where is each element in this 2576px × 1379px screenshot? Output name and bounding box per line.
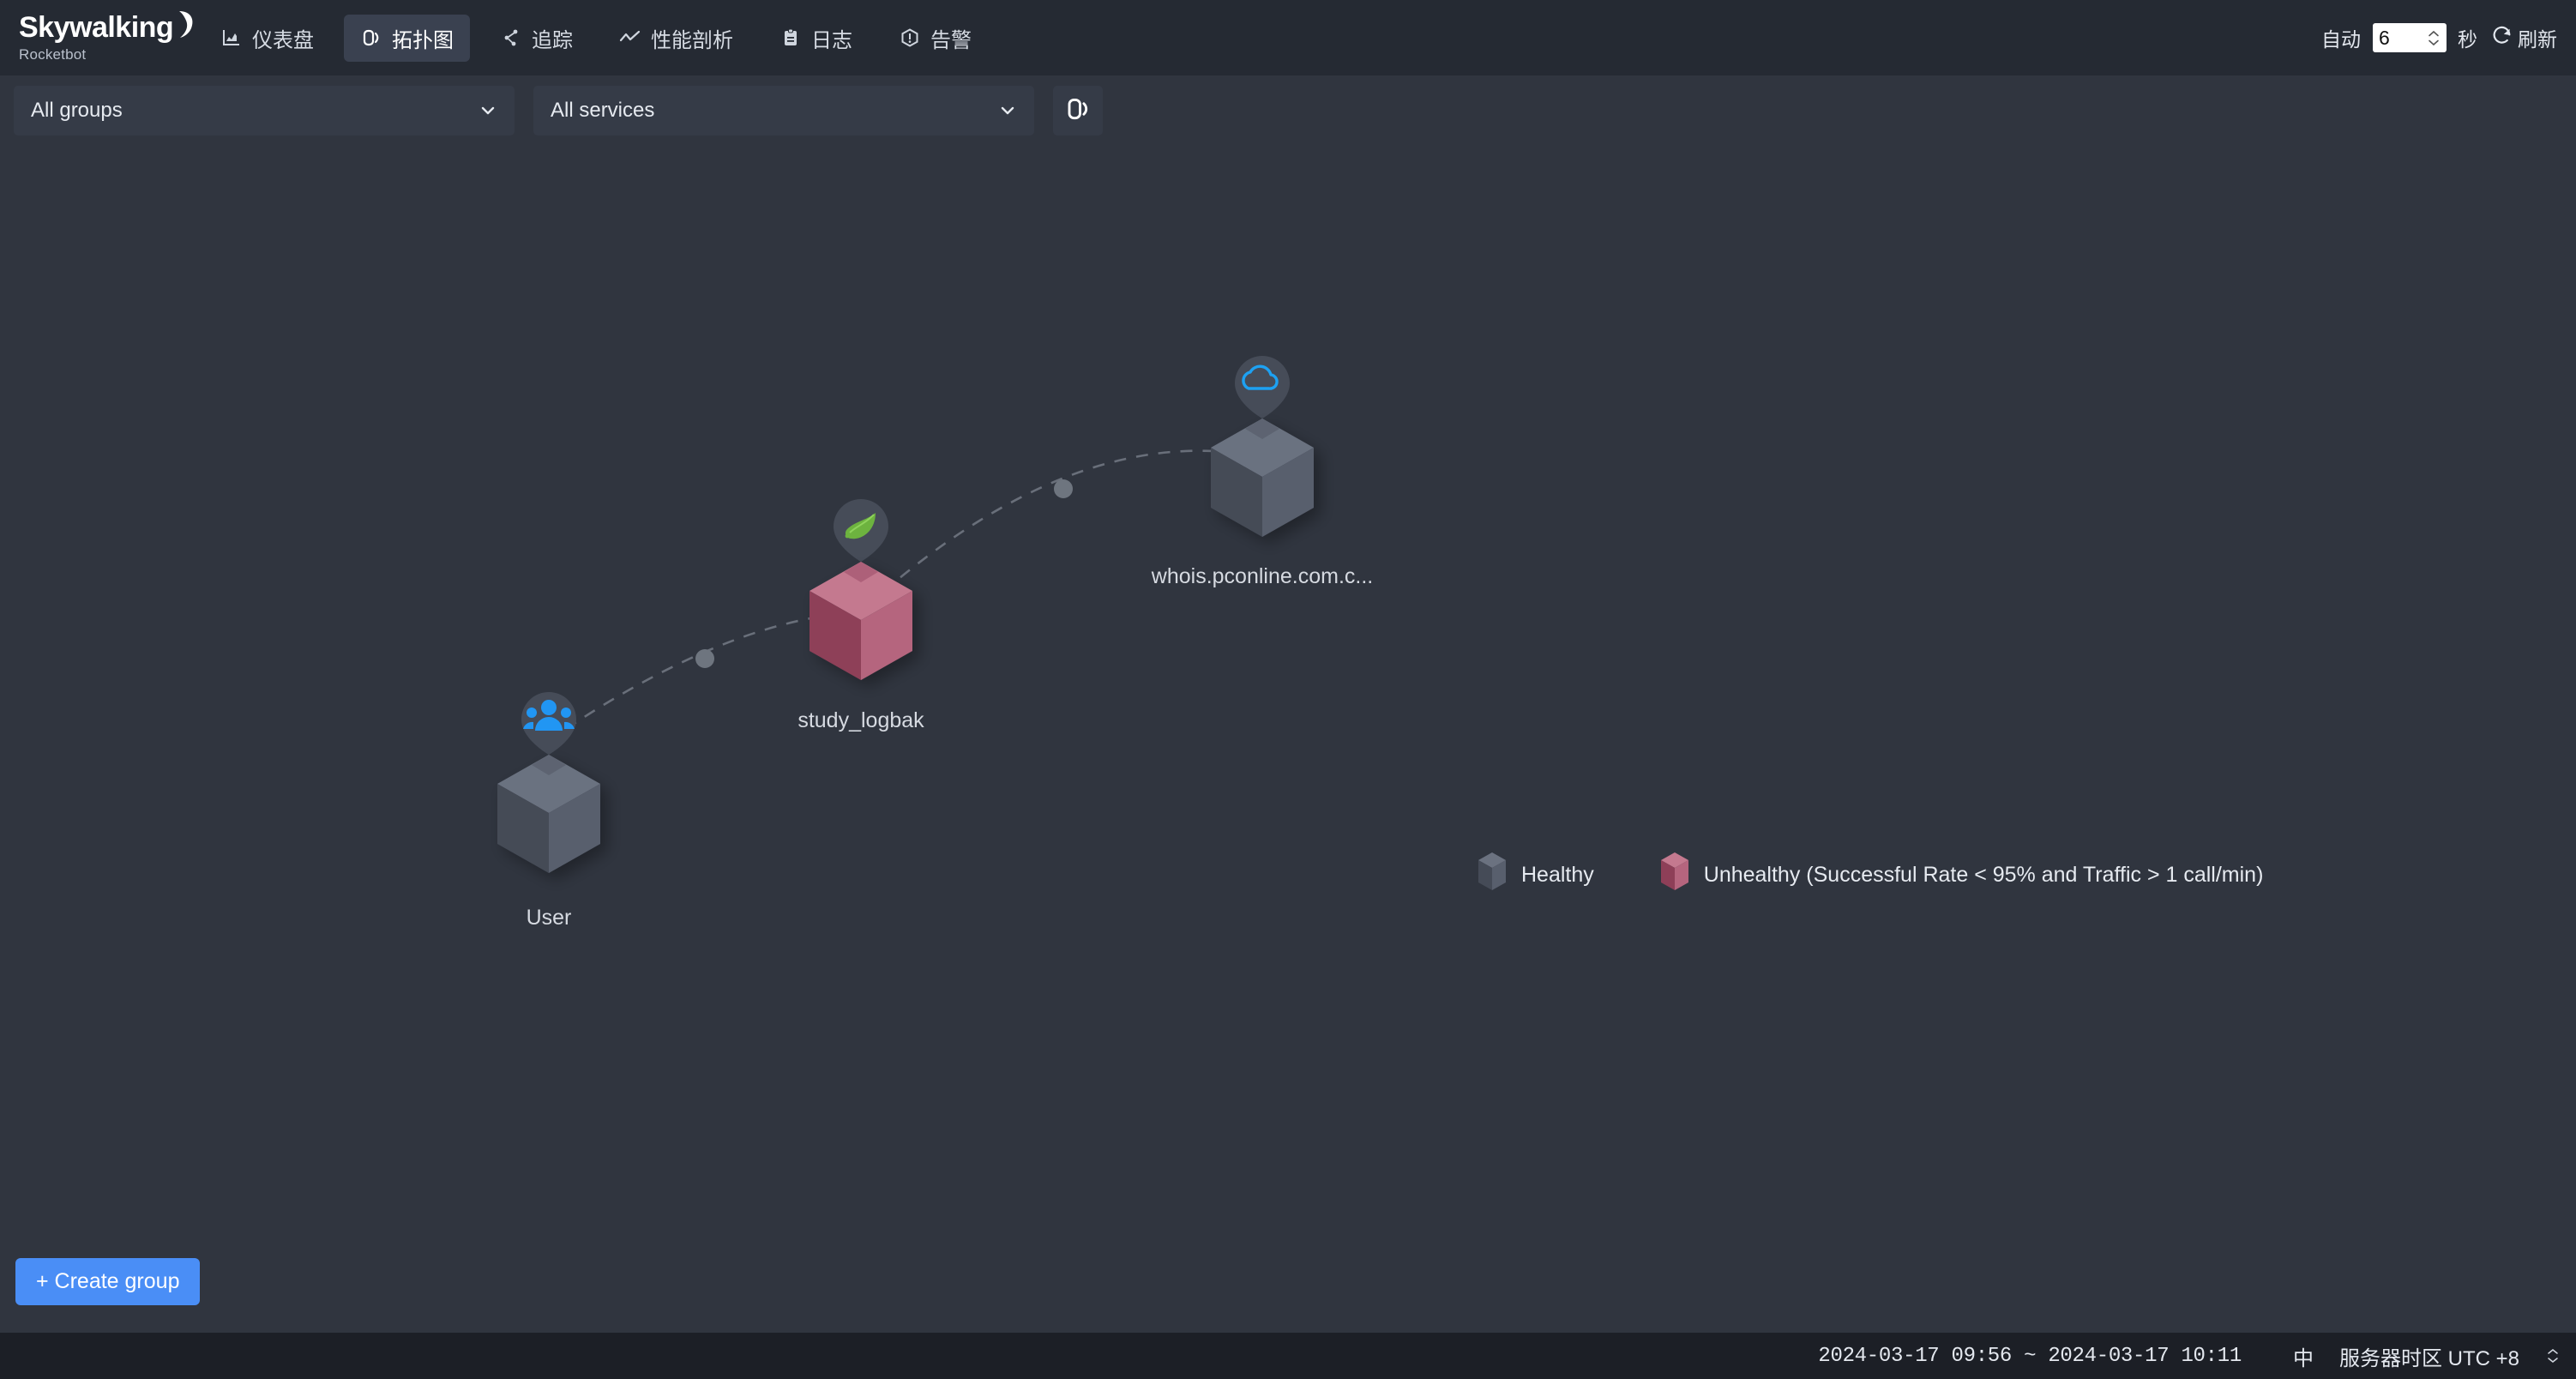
app-logo[interactable]: Sky walking Rocketbot xyxy=(0,10,197,63)
node-badge-pin xyxy=(1235,356,1290,419)
refresh-interval-stepper[interactable] xyxy=(2421,23,2447,52)
nav-item-dashboard[interactable]: 仪表盘 xyxy=(204,15,330,62)
refresh-icon xyxy=(2491,25,2513,51)
topology-icon xyxy=(1065,96,1091,126)
trace-icon xyxy=(500,27,522,49)
topology-node-logbak-label: study_logbak xyxy=(797,708,924,732)
nav-item-alarm-label: 告警 xyxy=(930,28,972,52)
language-switch[interactable]: 中 xyxy=(2293,1341,2314,1371)
refresh-button[interactable]: 刷新 xyxy=(2491,23,2557,52)
topology-node-user[interactable] xyxy=(497,692,600,873)
unhealthy-cube-icon xyxy=(1658,849,1692,901)
logo-sky-text: Sky xyxy=(19,10,70,44)
node-badge-pin xyxy=(521,692,576,755)
time-range-label[interactable]: 2024-03-17 09:56 ~ 2024-03-17 10:11 xyxy=(1818,1345,2242,1368)
main-navigation: 仪表盘 拓扑图 追踪 性能剖析 日志 告警 xyxy=(197,14,995,62)
logo-swoosh-icon xyxy=(174,10,196,42)
legend-item-unhealthy: Unhealthy (Successful Rate < 95% and Tra… xyxy=(1658,849,2264,901)
chevron-down-icon xyxy=(478,101,497,120)
nav-item-alarm[interactable]: 告警 xyxy=(882,15,988,62)
seconds-label: 秒 xyxy=(2458,28,2477,51)
logo-walking-text: walking xyxy=(69,10,174,44)
healthy-cube xyxy=(497,755,600,873)
nav-item-topology-label: 拓扑图 xyxy=(392,28,454,52)
legend-item-healthy: Healthy xyxy=(1475,849,1594,901)
nav-item-trace-label: 追踪 xyxy=(532,28,573,52)
dashboard-icon xyxy=(220,27,243,49)
nav-item-profile-label: 性能剖析 xyxy=(651,28,733,52)
service-select[interactable]: All services xyxy=(533,86,1034,135)
skywalking-app: Sky walking Rocketbot 仪表盘 拓扑图 追踪 性能剖析 日志… xyxy=(0,0,2576,1379)
topology-settings-button[interactable] xyxy=(1053,86,1103,135)
profile-icon xyxy=(619,27,641,49)
edge-midpoint-dot xyxy=(1054,479,1073,498)
nav-item-log-label: 日志 xyxy=(811,28,852,52)
edge-midpoint-dot xyxy=(695,649,714,668)
unhealthy-cube xyxy=(810,562,912,680)
statusbar-stepper[interactable] xyxy=(2545,1348,2561,1364)
create-group-button[interactable]: + Create group xyxy=(15,1258,201,1305)
timezone-label: 服务器时区 UTC +8 xyxy=(2338,1346,2519,1370)
topology-canvas[interactable]: User study_logbak whois.pconline.com.c..… xyxy=(0,146,2576,1333)
auto-refresh-controls: 自动 6 秒 刷新 xyxy=(2321,0,2557,75)
chevron-down-icon xyxy=(998,101,1017,120)
healthy-cube-icon xyxy=(1475,849,1509,901)
nav-item-log[interactable]: 日志 xyxy=(763,15,869,62)
topology-node-user-label: User xyxy=(526,906,572,930)
app-header: Sky walking Rocketbot 仪表盘 拓扑图 追踪 性能剖析 日志… xyxy=(0,0,2576,75)
topology-node-logbak[interactable] xyxy=(810,499,912,680)
topology-icon xyxy=(360,27,382,49)
refresh-label: 刷新 xyxy=(2518,28,2557,51)
log-icon xyxy=(779,27,802,49)
refresh-interval-input[interactable]: 6 xyxy=(2373,23,2421,52)
group-select[interactable]: All groups xyxy=(14,86,515,135)
nav-item-trace[interactable]: 追踪 xyxy=(484,15,589,62)
filter-bar: All groups All services xyxy=(0,75,2576,146)
topology-graph xyxy=(497,356,1314,873)
logo-wordmark: Sky walking xyxy=(19,10,197,44)
logo-subtitle: Rocketbot xyxy=(19,45,87,63)
healthy-cube xyxy=(1211,419,1314,537)
alarm-icon xyxy=(899,27,921,49)
service-select-value: All services xyxy=(551,99,655,122)
nav-item-dashboard-label: 仪表盘 xyxy=(252,28,314,52)
topology-legend: Healthy Unhealthy (Successful Rate < 95%… xyxy=(1475,849,2263,901)
group-select-value: All groups xyxy=(31,99,123,122)
nav-item-topology[interactable]: 拓扑图 xyxy=(344,14,470,62)
legend-unhealthy-label: Unhealthy (Successful Rate < 95% and Tra… xyxy=(1703,863,2264,887)
nav-item-profile[interactable]: 性能剖析 xyxy=(603,15,749,62)
legend-healthy-label: Healthy xyxy=(1521,863,1594,887)
node-badge-pin xyxy=(834,499,888,562)
status-bar: 2024-03-17 09:56 ~ 2024-03-17 10:11 中 服务… xyxy=(0,1333,2576,1379)
auto-label: 自动 xyxy=(2321,28,2361,51)
topology-node-whois[interactable] xyxy=(1211,356,1314,537)
topology-node-whois-label: whois.pconline.com.c... xyxy=(1151,564,1374,588)
